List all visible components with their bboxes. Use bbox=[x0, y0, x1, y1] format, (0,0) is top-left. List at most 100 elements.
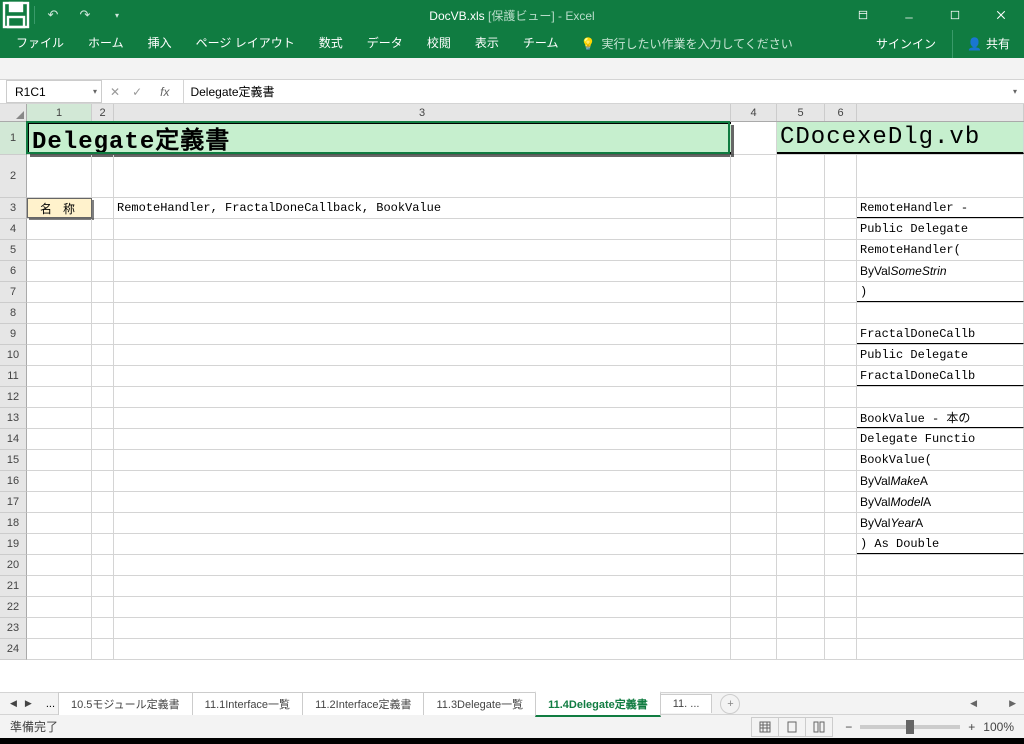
redo-button[interactable]: ↷ bbox=[69, 0, 101, 30]
cell[interactable] bbox=[777, 240, 825, 260]
tab-view[interactable]: 表示 bbox=[463, 28, 511, 58]
cell[interactable] bbox=[114, 408, 731, 428]
tab-file[interactable]: ファイル bbox=[4, 28, 76, 58]
col-header-rest[interactable] bbox=[857, 104, 1024, 121]
col-header-2[interactable]: 2 bbox=[92, 104, 114, 121]
code-cell[interactable]: RemoteHandler - bbox=[857, 198, 1024, 218]
cell[interactable] bbox=[731, 555, 777, 575]
tab-overflow-left[interactable]: ... bbox=[42, 698, 59, 710]
zoom-value[interactable]: 100% bbox=[983, 720, 1014, 734]
cell[interactable] bbox=[92, 303, 114, 323]
zoom-slider[interactable] bbox=[860, 725, 960, 729]
cell[interactable] bbox=[114, 513, 731, 533]
cell[interactable] bbox=[777, 303, 825, 323]
cell[interactable] bbox=[92, 240, 114, 260]
cell[interactable] bbox=[731, 429, 777, 449]
sheet-tab-active[interactable]: 11.4Delegate定義書 bbox=[535, 691, 661, 717]
code-cell[interactable]: ByVal Make A bbox=[857, 471, 1024, 491]
cell[interactable] bbox=[731, 122, 777, 154]
row-header-22[interactable]: 22 bbox=[0, 597, 27, 618]
cell[interactable] bbox=[777, 639, 825, 659]
cell[interactable] bbox=[27, 303, 92, 323]
cell[interactable] bbox=[825, 513, 857, 533]
cell[interactable] bbox=[114, 639, 731, 659]
cell[interactable] bbox=[114, 155, 731, 197]
tab-data[interactable]: データ bbox=[355, 28, 415, 58]
code-cell[interactable]: ByVal Year A bbox=[857, 513, 1024, 533]
cell[interactable] bbox=[27, 471, 92, 491]
cell[interactable] bbox=[92, 345, 114, 365]
cell[interactable] bbox=[27, 282, 92, 302]
cell[interactable] bbox=[92, 198, 114, 218]
cell[interactable] bbox=[92, 534, 114, 554]
cell[interactable] bbox=[92, 387, 114, 407]
cell[interactable] bbox=[92, 555, 114, 575]
cell[interactable] bbox=[857, 597, 1024, 617]
cell[interactable] bbox=[825, 387, 857, 407]
cell[interactable] bbox=[27, 450, 92, 470]
cell[interactable] bbox=[92, 155, 114, 197]
cell[interactable] bbox=[92, 618, 114, 638]
cell[interactable] bbox=[777, 534, 825, 554]
cell[interactable] bbox=[731, 639, 777, 659]
cell[interactable] bbox=[731, 387, 777, 407]
cell[interactable] bbox=[825, 155, 857, 197]
cell[interactable] bbox=[731, 155, 777, 197]
row-header-23[interactable]: 23 bbox=[0, 618, 27, 639]
code-cell[interactable]: ByVal Model A bbox=[857, 492, 1024, 512]
cell[interactable] bbox=[27, 387, 92, 407]
zoom-in-button[interactable]: + bbox=[968, 720, 975, 734]
maximize-button[interactable] bbox=[932, 0, 978, 30]
cell[interactable] bbox=[114, 555, 731, 575]
cell[interactable] bbox=[731, 303, 777, 323]
col-header-5[interactable]: 5 bbox=[777, 104, 825, 121]
ribbon-display-options[interactable] bbox=[840, 0, 886, 30]
zoom-out-button[interactable]: − bbox=[845, 720, 852, 734]
cell[interactable] bbox=[777, 366, 825, 386]
row-header-14[interactable]: 14 bbox=[0, 429, 27, 450]
sheet-tab[interactable]: 11. ... bbox=[660, 694, 713, 713]
row-header-16[interactable]: 16 bbox=[0, 471, 27, 492]
cell[interactable] bbox=[114, 450, 731, 470]
enter-icon[interactable]: ✓ bbox=[132, 85, 142, 99]
row-header-19[interactable]: 19 bbox=[0, 534, 27, 555]
row-header-20[interactable]: 20 bbox=[0, 555, 27, 576]
cell[interactable] bbox=[92, 282, 114, 302]
close-button[interactable] bbox=[978, 0, 1024, 30]
cell[interactable] bbox=[27, 534, 92, 554]
undo-button[interactable]: ↶ bbox=[37, 0, 69, 30]
tab-review[interactable]: 校閲 bbox=[415, 28, 463, 58]
cell[interactable] bbox=[114, 534, 731, 554]
names-cell[interactable]: RemoteHandler, FractalDoneCallback, Book… bbox=[114, 198, 731, 218]
cell[interactable] bbox=[27, 345, 92, 365]
cell[interactable] bbox=[731, 492, 777, 512]
cell[interactable] bbox=[777, 555, 825, 575]
cell[interactable] bbox=[92, 408, 114, 428]
cell[interactable] bbox=[857, 387, 1024, 407]
row-header-11[interactable]: 11 bbox=[0, 366, 27, 387]
cell[interactable] bbox=[27, 555, 92, 575]
select-all-corner[interactable] bbox=[0, 104, 27, 121]
tab-insert[interactable]: 挿入 bbox=[136, 28, 184, 58]
row-header-18[interactable]: 18 bbox=[0, 513, 27, 534]
row-header-7[interactable]: 7 bbox=[0, 282, 27, 303]
cell[interactable] bbox=[825, 303, 857, 323]
cell[interactable] bbox=[777, 261, 825, 281]
minimize-button[interactable] bbox=[886, 0, 932, 30]
cell[interactable] bbox=[825, 429, 857, 449]
code-cell[interactable]: BookValue - 本の bbox=[857, 408, 1024, 428]
cell[interactable] bbox=[825, 576, 857, 596]
sheet-tab[interactable]: 11.3Delegate一覧 bbox=[423, 692, 536, 715]
row-header-17[interactable]: 17 bbox=[0, 492, 27, 513]
cell[interactable] bbox=[731, 534, 777, 554]
cell[interactable] bbox=[731, 219, 777, 239]
cell[interactable] bbox=[777, 618, 825, 638]
fx-icon[interactable]: fx bbox=[154, 85, 175, 99]
cell[interactable] bbox=[731, 345, 777, 365]
page-layout-view-button[interactable] bbox=[778, 717, 806, 737]
cell[interactable] bbox=[731, 198, 777, 218]
cell[interactable] bbox=[825, 618, 857, 638]
cell[interactable] bbox=[114, 261, 731, 281]
cell[interactable] bbox=[825, 597, 857, 617]
cell[interactable] bbox=[27, 639, 92, 659]
